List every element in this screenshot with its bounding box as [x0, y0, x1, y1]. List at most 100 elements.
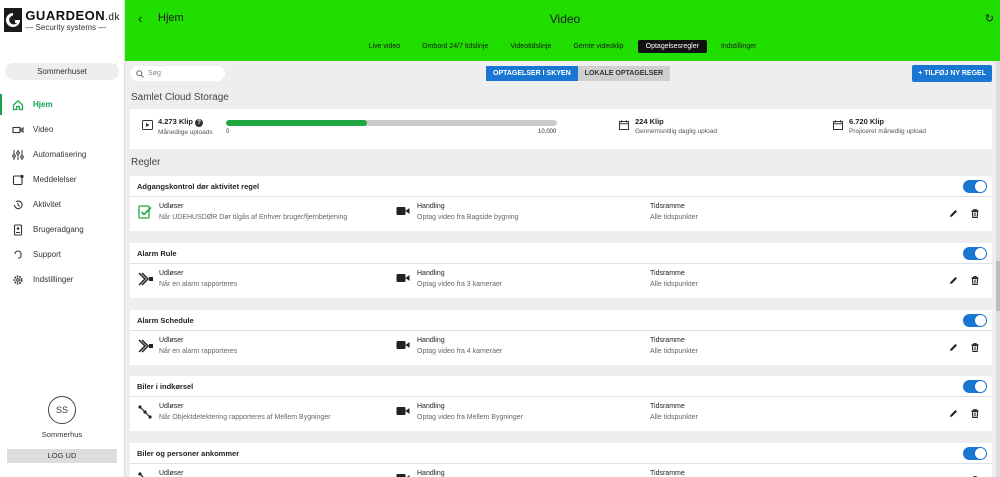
edit-icon[interactable] [949, 343, 958, 354]
progress-min: 0 [226, 129, 230, 135]
storage-progress-fill [226, 120, 368, 126]
rule-card: Alarm Rule Udløser Når en alarm rapporte… [130, 243, 992, 299]
sidebar-item-indstillinger[interactable]: Indstillinger [0, 267, 124, 292]
rule-timeframe: Tidsramme Alle tidspunkter [650, 203, 698, 221]
rule-action: Handling Optag video fra Mellem Bygninge… [396, 403, 523, 421]
brand-name: GUARDEON [25, 7, 106, 23]
sidebar-item-support[interactable]: Support [0, 242, 124, 267]
projected-upload-metric: 6.720 Klip Projiceret månedlig upload [833, 117, 926, 135]
edit-icon[interactable] [949, 276, 958, 287]
time-value: Alle tidspunkter [650, 281, 698, 288]
rules-section-title: Regler [131, 157, 161, 168]
rule-trigger: Udløser Når en alarm rapporteres [138, 270, 237, 288]
sidebar-item-label: Support [33, 250, 62, 259]
daily-value: 224 Klip [635, 117, 664, 126]
rule-trigger: Udløser Når en alarm rapporteres [138, 337, 237, 355]
time-label: Tidsramme [650, 403, 685, 410]
delete-icon[interactable] [971, 409, 979, 420]
avatar[interactable]: SS [48, 396, 76, 424]
cloud-recordings-button[interactable]: OPTAGELSER I SKYEN [486, 66, 578, 81]
brand-domain: .dk [105, 11, 120, 23]
rule-timeframe: Tidsramme Alle tidspunkter [650, 337, 698, 355]
trigger-label: Udløser [159, 403, 184, 410]
sliders-icon [12, 149, 24, 161]
action-label: Handling [417, 203, 445, 210]
page-title: Video [549, 12, 581, 26]
rule-name: Alarm Schedule [137, 316, 194, 325]
user-name: Sommerhus [41, 430, 83, 439]
monthly-value: 4.273 Klip [158, 117, 194, 126]
delete-icon[interactable] [971, 343, 979, 354]
storage-section-title: Samlet Cloud Storage [131, 92, 229, 103]
sidebar-item-video[interactable]: Video [0, 117, 124, 142]
sidebar-item-hjem[interactable]: Hjem [0, 92, 124, 117]
rule-name: Biler og personer ankommer [137, 449, 240, 458]
video-camera-icon [396, 472, 410, 477]
activity-icon [12, 199, 24, 211]
sidebar-item-brugeradgang[interactable]: Brugeradgang [0, 217, 124, 242]
rule-enabled-toggle[interactable] [963, 447, 987, 460]
site-selector[interactable]: Sommerhuset [5, 63, 119, 80]
trigger-value: Når UDEHUSDØR Dør tilgås af Enhver bruge… [159, 214, 348, 221]
time-label: Tidsramme [650, 270, 685, 277]
rule-trigger: Udløser [138, 470, 184, 477]
refresh-icon[interactable]: ↻ [985, 12, 994, 25]
add-rule-button[interactable]: + TILFØJ NY REGEL [912, 65, 992, 82]
rule-card: Alarm Schedule Udløser Når en alarm rapp… [130, 310, 992, 366]
sidebar-item-label: Aktivitet [33, 200, 62, 209]
rule-action: Handling Optag video fra 3 kameraer [396, 270, 502, 288]
brand-tagline: Security systems [35, 22, 97, 32]
rule-enabled-toggle[interactable] [963, 180, 987, 193]
trigger-label: Udløser [159, 270, 184, 277]
alarm-siren-icon [138, 272, 153, 286]
trigger-label: Udløser [159, 337, 184, 344]
main-content: Søg OPTAGELSER I SKYEN LOKALE OPTAGELSER… [125, 61, 1000, 477]
rule-trigger: Udløser Når UDEHUSDØR Dør tilgås af Enhv… [138, 203, 347, 221]
tab-indstillinger[interactable]: Indstillinger [713, 40, 764, 53]
tab-live-video[interactable]: Live video [361, 40, 409, 53]
user-access-icon [12, 223, 24, 236]
action-label: Handling [417, 470, 445, 477]
scrollbar[interactable] [996, 61, 1000, 477]
edit-icon[interactable] [949, 209, 958, 220]
trigger-value: Når Objektdetektering rapporteres af Mel… [159, 414, 331, 421]
sidebar-item-meddelelser[interactable]: Meddelelser [0, 167, 124, 192]
object-detection-icon [138, 405, 152, 419]
logout-button[interactable]: LOG UD [7, 449, 117, 463]
add-rule-label: TILFØJ NY REGEL [924, 70, 986, 77]
rule-enabled-toggle[interactable] [963, 314, 987, 327]
action-value: Optag video fra Mellem Bygninger [417, 414, 523, 421]
sidebar-item-automatisering[interactable]: Automatisering [0, 142, 124, 167]
sidebar-item-label: Hjem [33, 100, 53, 109]
help-icon[interactable]: ? [195, 119, 204, 127]
local-recordings-button[interactable]: LOKALE OPTAGELSER [577, 66, 671, 81]
tab-gemte-videoklip[interactable]: Gemte videoklip [565, 40, 631, 53]
rule-enabled-toggle[interactable] [963, 247, 987, 260]
rule-timeframe: Tidsramme Alle tidspunkter [650, 270, 698, 288]
search-input[interactable]: Søg [130, 66, 225, 81]
action-value: Optag video fra 4 kameraer [417, 348, 503, 355]
delete-icon[interactable] [971, 209, 979, 220]
tab-ombord-tidslinje[interactable]: Ombord 24/7 tidslinje [414, 40, 496, 53]
daily-upload-metric: 224 Klip Gennemsnitlig daglig upload [619, 117, 717, 135]
play-video-icon [142, 120, 154, 136]
rule-enabled-toggle[interactable] [963, 380, 987, 393]
sidebar-item-label: Meddelelser [33, 175, 77, 184]
search-placeholder: Søg [148, 70, 161, 77]
trigger-value: Når en alarm rapporteres [159, 281, 238, 288]
sidebar-nav: Hjem Video Automatisering Meddelelser Ak… [0, 92, 124, 292]
video-camera-icon [396, 405, 410, 419]
tab-optagelsesregler[interactable]: Optagelsesregler [637, 40, 707, 53]
rule-card: Adgangskontrol dør aktivitet regel Udløs… [130, 176, 992, 232]
trigger-value: Når en alarm rapporteres [159, 348, 238, 355]
tab-videotidslinje[interactable]: Videotidslinje [502, 40, 559, 53]
edit-icon[interactable] [949, 409, 958, 420]
logo-mark-icon [4, 8, 23, 32]
rule-name: Biler i indkørsel [137, 382, 194, 391]
scrollbar-thumb[interactable] [996, 261, 1000, 311]
rule-trigger: Udløser Når Objektdetektering rapportere… [138, 403, 331, 421]
progress-max: 10.000 [538, 129, 557, 135]
sidebar-item-aktivitet[interactable]: Aktivitet [0, 192, 124, 217]
video-camera-icon [396, 205, 410, 219]
delete-icon[interactable] [971, 276, 979, 287]
